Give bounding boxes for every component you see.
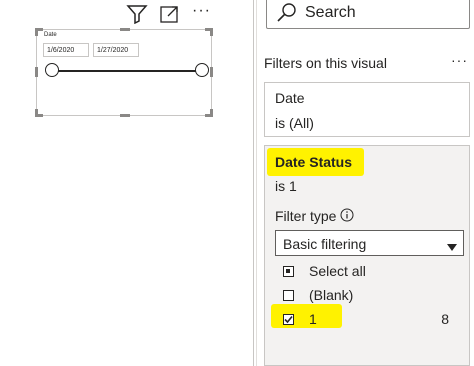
section-more-options-icon[interactable]: ···: [451, 52, 468, 68]
search-icon: [276, 2, 298, 29]
option-label: Select all: [309, 263, 366, 279]
filter-card-state: is 1: [275, 178, 297, 194]
filter-type-label: Filter type: [275, 208, 337, 224]
option-label: 1: [309, 311, 317, 327]
filter-card-state: is (All): [275, 115, 314, 131]
filter-card-name: Date Status: [275, 154, 353, 170]
search-placeholder: Search: [305, 4, 356, 21]
list-item-select-all[interactable]: Select all: [283, 263, 463, 283]
slider-end-handle[interactable]: [195, 63, 209, 77]
end-date-input[interactable]: 1/27/2020: [93, 43, 139, 57]
list-item-value-1[interactable]: 1 8: [283, 311, 463, 331]
filter-card-date[interactable]: Date is (All): [264, 82, 470, 137]
resize-handle-top-mid[interactable]: [120, 28, 130, 31]
checkbox-checked-icon[interactable]: [283, 314, 294, 325]
resize-handle-bottom-left-v[interactable]: [35, 109, 38, 117]
resize-handle-mid-right[interactable]: [210, 67, 213, 77]
more-options-icon[interactable]: ···: [192, 2, 211, 20]
date-range-slider-track[interactable]: [53, 70, 205, 72]
date-slicer[interactable]: Date 1/6/2020 1/27/2020: [35, 28, 213, 117]
resize-handle-bottom-mid[interactable]: [120, 114, 130, 117]
resize-handle-top-left-v[interactable]: [35, 28, 38, 36]
filter-card-date-status[interactable]: Date Status is 1 Filter type Basic filte…: [264, 145, 470, 366]
slicer-title: Date: [44, 32, 57, 38]
pane-divider: [253, 0, 254, 366]
checkbox-partial-icon[interactable]: [283, 266, 294, 277]
resize-handle-mid-left[interactable]: [35, 67, 38, 77]
list-item-blank[interactable]: (Blank): [283, 287, 463, 307]
info-icon[interactable]: [340, 208, 354, 227]
pane-divider-inner: [256, 0, 257, 366]
resize-handle-top-right-v[interactable]: [210, 28, 213, 36]
slider-start-handle[interactable]: [45, 63, 59, 77]
checkbox-unchecked-icon[interactable]: [283, 290, 294, 301]
resize-handle-bottom-right-v[interactable]: [210, 109, 213, 117]
section-title: Filters on this visual: [264, 55, 387, 71]
chevron-down-icon: [447, 239, 457, 257]
filter-type-value: Basic filtering: [283, 236, 367, 252]
option-count: 8: [441, 311, 449, 327]
option-label: (Blank): [309, 287, 354, 303]
filter-type-select[interactable]: Basic filtering: [275, 230, 464, 256]
focus-mode-icon[interactable]: [159, 4, 181, 29]
search-input[interactable]: Search: [266, 0, 470, 29]
filter-card-name: Date: [275, 90, 305, 106]
filter-icon[interactable]: [126, 4, 148, 29]
start-date-input[interactable]: 1/6/2020: [43, 43, 89, 57]
